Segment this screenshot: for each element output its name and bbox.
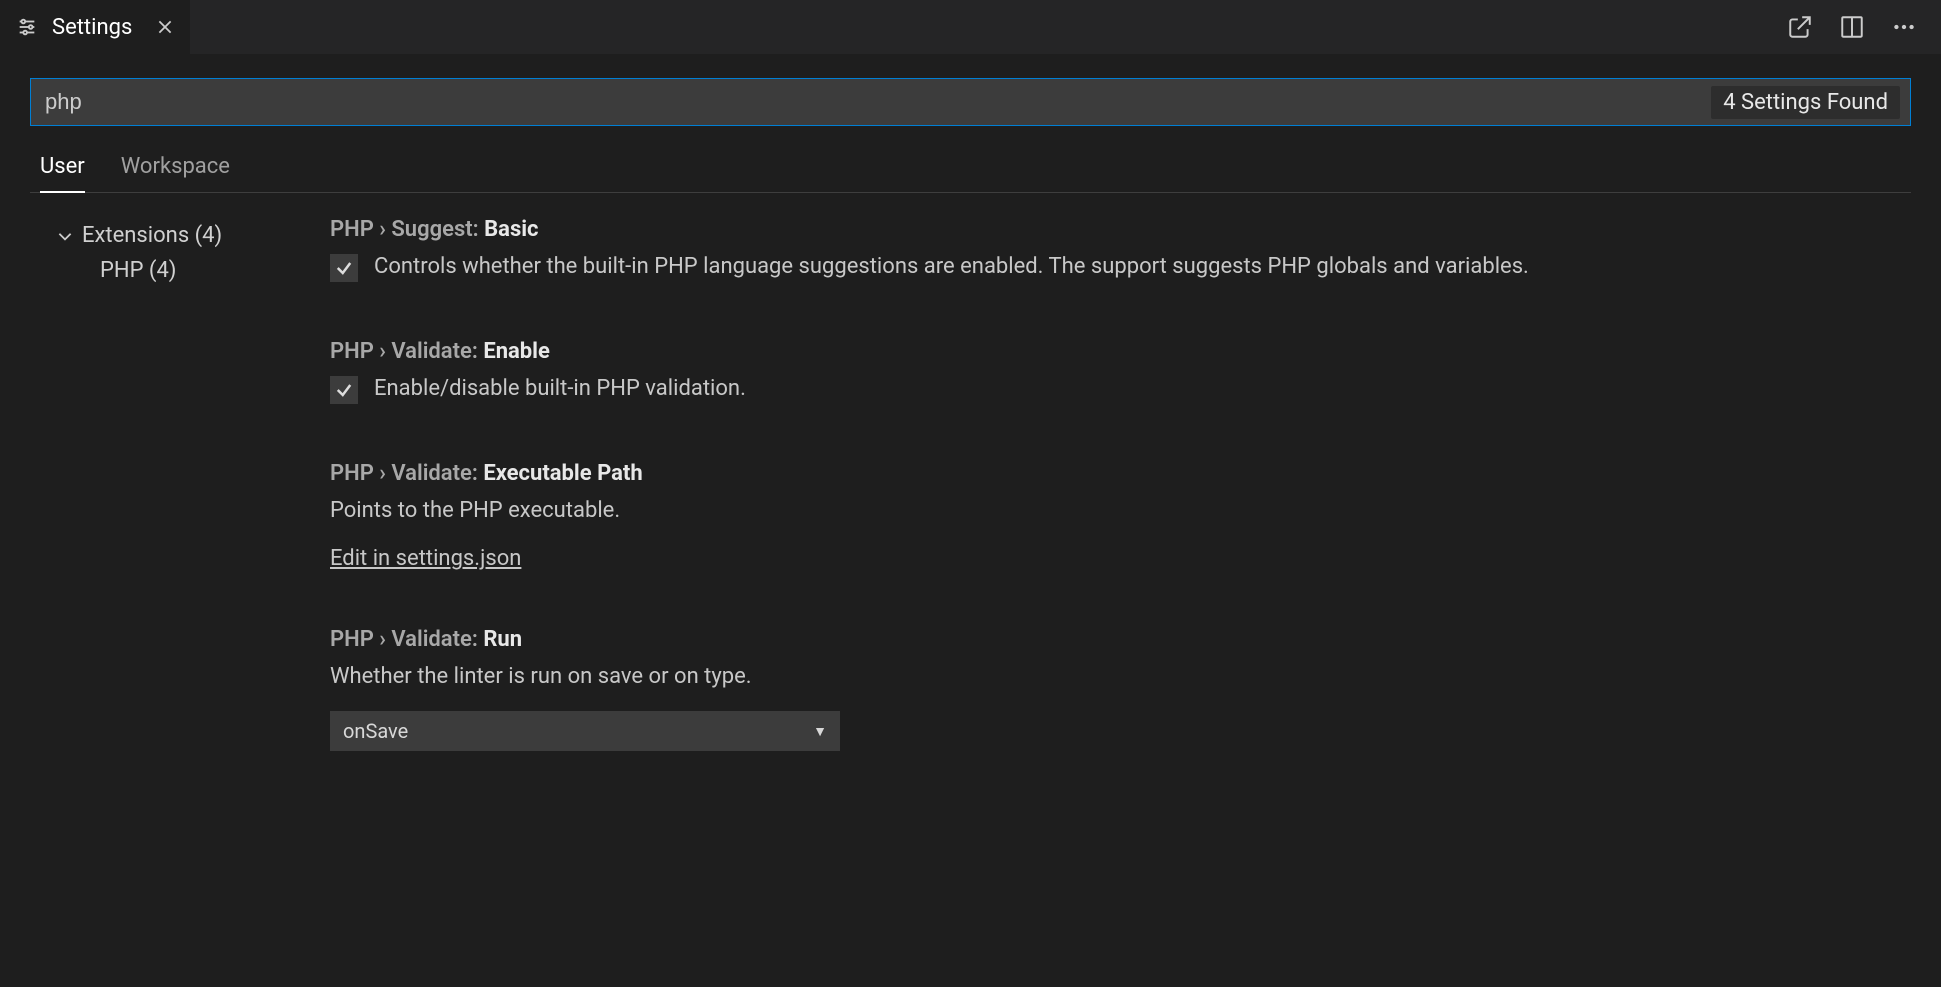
settings-body: Extensions (4) PHP (4) PHP › Suggest: Ba… bbox=[30, 217, 1911, 987]
tab-bar: Settings bbox=[0, 0, 1941, 54]
settings-list: PHP › Suggest: Basic Controls whether th… bbox=[330, 217, 1911, 987]
select-php-validate-run[interactable]: onSave ▼ bbox=[330, 711, 840, 751]
setting-php-suggest-basic: PHP › Suggest: Basic Controls whether th… bbox=[330, 217, 1871, 283]
more-actions-icon[interactable] bbox=[1891, 14, 1917, 40]
setting-title: PHP › Validate: Enable bbox=[330, 339, 1871, 364]
setting-title: PHP › Validate: Executable Path bbox=[330, 461, 1871, 486]
scope-tab-user[interactable]: User bbox=[40, 154, 85, 193]
settings-content: 4 Settings Found User Workspace Extensio… bbox=[0, 54, 1941, 987]
setting-title: PHP › Suggest: Basic bbox=[330, 217, 1871, 242]
settings-search-wrap: 4 Settings Found bbox=[30, 78, 1911, 126]
open-settings-json-icon[interactable] bbox=[1787, 14, 1813, 40]
tabbar-actions bbox=[1763, 0, 1941, 54]
setting-description: Controls whether the built-in PHP langua… bbox=[374, 252, 1529, 283]
setting-description: Whether the linter is run on save or on … bbox=[330, 662, 1871, 693]
setting-description: Enable/disable built-in PHP validation. bbox=[374, 374, 746, 405]
tab-title: Settings bbox=[52, 15, 132, 40]
chevron-down-icon: ▼ bbox=[813, 723, 827, 740]
split-editor-icon[interactable] bbox=[1839, 14, 1865, 40]
checkbox-php-suggest-basic[interactable] bbox=[330, 254, 358, 282]
tree-item-extensions[interactable]: Extensions (4) bbox=[56, 217, 330, 254]
setting-php-validate-executable-path: PHP › Validate: Executable Path Points t… bbox=[330, 461, 1871, 572]
settings-search-count: 4 Settings Found bbox=[1711, 86, 1900, 119]
settings-icon bbox=[16, 16, 38, 38]
setting-description: Points to the PHP executable. bbox=[330, 496, 1871, 527]
scope-tabs: User Workspace bbox=[30, 126, 1911, 193]
tabbar-spacer bbox=[191, 0, 1763, 54]
settings-editor: Settings bbox=[0, 0, 1941, 987]
settings-tree: Extensions (4) PHP (4) bbox=[30, 217, 330, 987]
tab-settings[interactable]: Settings bbox=[0, 0, 191, 54]
select-value: onSave bbox=[343, 719, 408, 743]
tree-item-label: PHP (4) bbox=[100, 258, 176, 283]
chevron-down-icon bbox=[56, 227, 74, 245]
setting-php-validate-run: PHP › Validate: Run Whether the linter i… bbox=[330, 627, 1871, 751]
close-icon[interactable] bbox=[156, 18, 174, 36]
edit-in-settings-json-link[interactable]: Edit in settings.json bbox=[330, 546, 521, 571]
setting-php-validate-enable: PHP › Validate: Enable Enable/disable bu… bbox=[330, 339, 1871, 405]
checkbox-php-validate-enable[interactable] bbox=[330, 376, 358, 404]
settings-search-input[interactable] bbox=[41, 89, 1711, 115]
tree-item-php[interactable]: PHP (4) bbox=[56, 254, 330, 287]
scope-tab-workspace[interactable]: Workspace bbox=[121, 154, 230, 192]
setting-title: PHP › Validate: Run bbox=[330, 627, 1871, 652]
tree-item-label: Extensions (4) bbox=[82, 223, 222, 248]
